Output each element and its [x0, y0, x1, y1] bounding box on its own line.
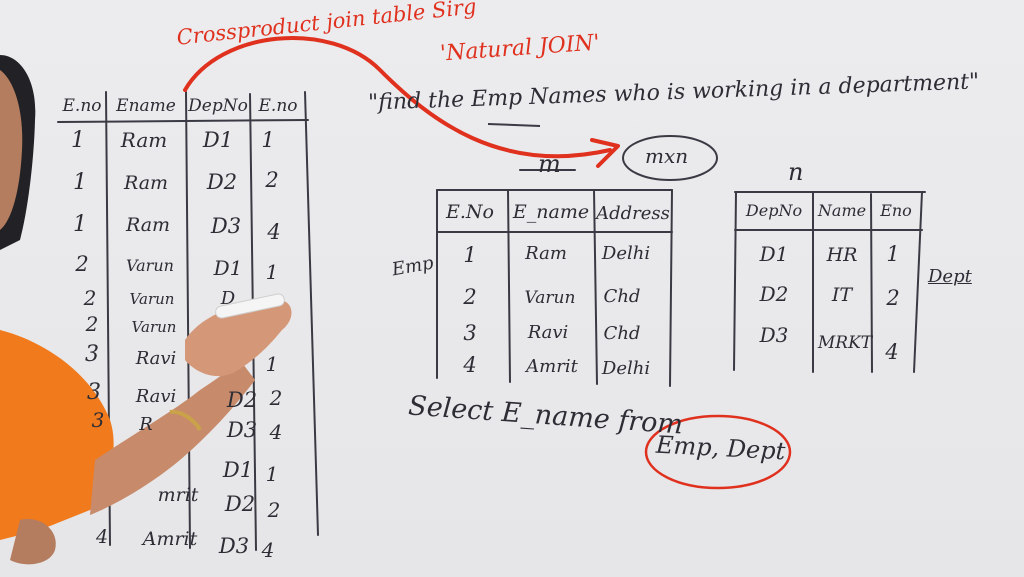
xp-cell: D1 — [213, 256, 243, 280]
emp-table-name: Emp — [390, 252, 436, 281]
query-text: "find the Emp Names who is working in a … — [367, 69, 980, 116]
xp-cell: 1 — [73, 212, 87, 237]
xp-cell: Ravi — [135, 386, 177, 407]
xp-cell: Ram — [125, 214, 171, 236]
emp-cell: 4 — [463, 353, 477, 377]
xp-cell: Ram — [123, 172, 169, 194]
xp-col-header: DepNo — [188, 96, 248, 116]
dept-table-name: Dept — [928, 266, 972, 287]
xp-cell: 1 — [265, 462, 279, 486]
dept-cell: MRKT — [817, 333, 873, 353]
xp-cell: D1 — [202, 128, 234, 152]
dept-col-header: DepNo — [745, 201, 803, 220]
xp-cell: D3 — [210, 214, 242, 238]
xp-cell: 2 — [75, 252, 89, 276]
xp-col-header: E.no — [62, 96, 102, 116]
sql-select-text: Select E_name from — [407, 390, 685, 441]
natural-join-label: 'Natural JOIN' — [439, 30, 601, 67]
xp-cell: 2 — [85, 312, 99, 336]
xp-cell: Amrit — [142, 528, 198, 550]
xp-cell: 2 — [267, 498, 281, 522]
emp-col-divider-1 — [507, 189, 511, 383]
xp-cell: R — [139, 414, 153, 435]
dept-right-border — [913, 191, 923, 373]
xp-cell: 1 — [261, 128, 275, 152]
dept-col-header: Eno — [880, 201, 912, 220]
emp-cell: Ravi — [527, 322, 569, 343]
xp-cell: D2 — [206, 170, 238, 194]
xp-cell: D3 — [218, 534, 250, 558]
xp-cell: 2 — [265, 168, 279, 192]
cross-product-note: Crossproduct join table Sirg — [175, 0, 478, 50]
emp-cell: 3 — [463, 321, 477, 345]
xp-cell: 1 — [73, 170, 87, 195]
xp-cell: D — [220, 288, 236, 309]
xp-cell: 1 — [71, 128, 85, 153]
emp-cell: Ram — [525, 243, 567, 264]
xp-cell: 4 — [261, 538, 275, 562]
xp-cell: D2 — [224, 492, 256, 516]
xp-cell: Varun — [129, 290, 175, 308]
dept-col-header: Name — [817, 201, 867, 220]
emp-size-label: m — [538, 150, 561, 178]
xp-header-rule — [57, 119, 309, 123]
emp-cell: Varun — [524, 288, 576, 308]
xp-cell: D3 — [226, 418, 258, 442]
xp-col-divider-2 — [185, 91, 191, 549]
xp-cell: 4 — [267, 220, 281, 244]
xp-cell: D1 — [222, 458, 254, 482]
xp-cell: Ravi — [135, 348, 177, 369]
emp-cell: Chd — [603, 323, 641, 344]
xp-cell: Ram — [120, 128, 168, 152]
emp-cell: Chd — [603, 286, 641, 307]
emp-col-header: E_name — [512, 201, 590, 223]
dept-size-label: n — [788, 158, 804, 186]
xp-cell: 4 — [269, 420, 283, 444]
emp-cell: Delhi — [601, 243, 651, 264]
dept-cell: D3 — [759, 323, 789, 347]
xp-cell: D2 — [226, 388, 258, 412]
xp-cell: 1 — [265, 352, 279, 376]
xp-col-divider-1 — [105, 91, 111, 546]
sql-tables-text: Emp, Dept — [655, 430, 787, 466]
xp-cell: 3 — [91, 408, 105, 432]
xp-cell: Varun — [126, 256, 174, 275]
xp-cell: 1 — [265, 260, 279, 284]
dept-cell: 2 — [886, 286, 900, 310]
xp-cell: 3 — [85, 342, 99, 367]
dept-cell: HR — [826, 244, 858, 266]
dept-cell: D1 — [759, 242, 789, 266]
product-label: mxn — [645, 144, 689, 168]
xp-cell: Varun — [131, 318, 177, 336]
red-arrow-head — [590, 138, 620, 168]
dept-left-border — [733, 191, 737, 371]
xp-cell: 2 — [269, 386, 283, 410]
emp-cell: 2 — [463, 285, 477, 309]
emp-right-border — [669, 189, 673, 387]
emp-col-header: Address — [596, 203, 670, 224]
dept-cell: IT — [831, 284, 853, 306]
dept-cell: D2 — [759, 282, 789, 306]
xp-cell: mrit — [157, 484, 199, 506]
whiteboard-scene: Crossproduct join table Sirg 'Natural JO… — [0, 0, 1024, 577]
xp-cell: 4 — [95, 526, 109, 548]
emp-cell: 1 — [463, 243, 477, 267]
dept-cell: 1 — [886, 242, 900, 266]
xp-col-header: Ename — [116, 96, 176, 116]
emp-cell: Delhi — [601, 358, 651, 379]
dept-cell: 4 — [885, 340, 899, 364]
xp-cell: 3 — [87, 380, 101, 405]
xp-right-border — [304, 91, 319, 536]
emp-col-header: E.No — [446, 201, 494, 223]
xp-col-header: E.no — [258, 96, 298, 116]
emp-cell: Amrit — [526, 356, 578, 377]
emp-underline — [487, 123, 541, 127]
xp-cell: 2 — [83, 286, 97, 310]
